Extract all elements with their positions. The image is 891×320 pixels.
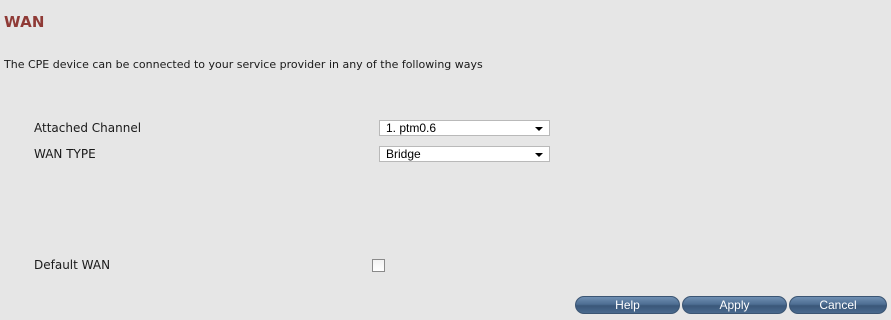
wan-type-select[interactable]: Bridge: [379, 146, 550, 162]
wan-panel: WAN The CPE device can be connected to y…: [0, 0, 891, 320]
default-wan-checkbox[interactable]: [372, 259, 385, 272]
chevron-down-icon: [535, 127, 543, 131]
attached-channel-value: 1. ptm0.6: [386, 121, 437, 135]
apply-button[interactable]: Apply: [682, 296, 787, 314]
cancel-button[interactable]: Cancel: [789, 296, 887, 314]
wan-type-label: WAN TYPE: [34, 147, 96, 161]
page-description: The CPE device can be connected to your …: [4, 58, 483, 71]
page-title: WAN: [4, 13, 45, 31]
attached-channel-label: Attached Channel: [34, 121, 142, 135]
chevron-down-icon: [535, 153, 543, 157]
help-button[interactable]: Help: [575, 296, 680, 314]
default-wan-label: Default WAN: [34, 258, 111, 272]
wan-type-value: Bridge: [386, 147, 421, 161]
attached-channel-select[interactable]: 1. ptm0.6: [379, 120, 550, 136]
